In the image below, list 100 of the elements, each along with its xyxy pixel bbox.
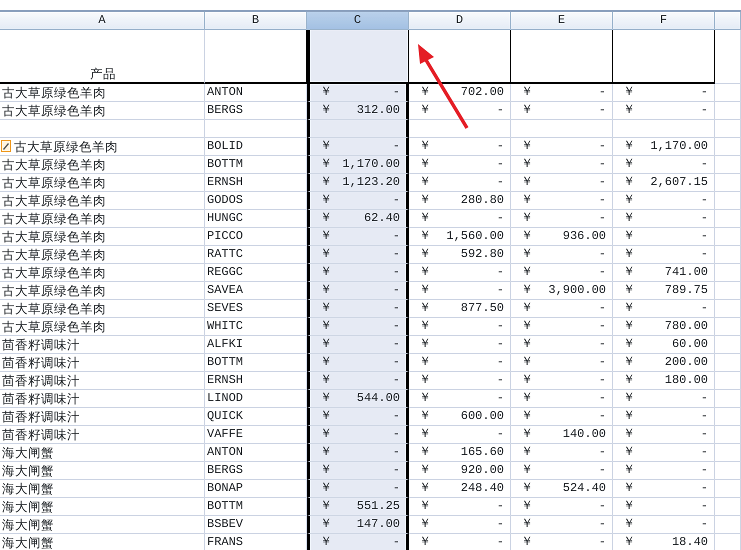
table-cell: ￥ - [307,318,409,336]
table-cell [715,336,741,354]
table-cell: ￥ - [409,210,511,228]
table-cell: 茴香籽调味汁 [0,390,205,408]
table-cell: ￥ - [613,408,715,426]
table-cell: ￥ - [613,498,715,516]
table-cell [715,426,741,444]
table-cell [715,390,741,408]
table-cell [715,480,741,498]
table-cell: ￥ - [307,426,409,444]
table-cell: 古大草原绿色羊肉 [0,210,205,228]
table-cell [715,318,741,336]
table-cell: ￥ 180.00 [613,372,715,390]
table-cell: 古大草原绿色羊肉 [0,156,205,174]
table-cell: ￥ - [307,408,409,426]
table-cell: ￥ - [307,372,409,390]
table-cell: ￥ - [511,138,613,156]
table-cell: 茴香籽调味汁 [0,408,205,426]
table-cell: ￥ - [409,426,511,444]
table-cell: ￥ - [307,300,409,318]
table-cell: ￥ - [511,102,613,120]
table-cell [715,174,741,192]
table-cell: 产品 [0,30,205,84]
table-cell: 海大闸蟹 [0,498,205,516]
table-cell: ￥ - [511,498,613,516]
table-cell: ￥ - [307,444,409,462]
table-cell: ￥ 1,170.00 [307,156,409,174]
table-cell: ￥ - [409,498,511,516]
table-cell: ￥ 702.00 [409,84,511,102]
table-cell: ￥ 780.00 [613,318,715,336]
table-cell: 古大草原绿色羊肉 [0,174,205,192]
table-cell: 古大草原绿色羊肉 [0,84,205,102]
table-cell: ￥ - [511,192,613,210]
table-cell: ￥ - [307,246,409,264]
table-cell: ￥ - [613,192,715,210]
table-cell: ￥ 200.00 [613,354,715,372]
table-cell: ￥ 147.00 [307,516,409,534]
table-cell: ￥ - [613,390,715,408]
table-cell: 古大草原绿色羊肉 [0,264,205,282]
table-cell: ￥ - [307,354,409,372]
table-cell: ￥ - [613,228,715,246]
table-cell: ￥ - [307,336,409,354]
table-cell: ￥ - [511,84,613,102]
table-cell: ￥ 60.00 [613,336,715,354]
table-cell: ￥ 936.00 [511,228,613,246]
table-cell [715,282,741,300]
table-cell: ￥ - [613,462,715,480]
column-header[interactable]: D [409,12,511,30]
table-cell: ￥ - [409,372,511,390]
table-cell: ￥ - [409,534,511,550]
table-cell: ￥ - [613,246,715,264]
table-cell [715,462,741,480]
table-cell: ￥ - [511,246,613,264]
table-cell [715,102,741,120]
table-cell: ￥ - [511,372,613,390]
table-cell: ￥ - [409,516,511,534]
table-cell [715,84,741,102]
table-cell: ￥ 312.00 [307,102,409,120]
table-cell: ￥ 544.00 [307,390,409,408]
table-cell: ￥ - [511,300,613,318]
table-cell: ￥ - [511,318,613,336]
table-cell [715,300,741,318]
table-cell: ￥ 592.80 [409,246,511,264]
table-cell: ￥ - [307,480,409,498]
table-cell: 古大草原绿色羊肉 [0,318,205,336]
table-cell: ￥ - [511,354,613,372]
table-cell: 海大闸蟹 [0,534,205,550]
table-cell: ￥ - [511,462,613,480]
column-header[interactable]: B [205,12,307,30]
table-cell: 海大闸蟹 [0,480,205,498]
table-cell: ￥ 165.60 [409,444,511,462]
table-cell: 茴香籽调味汁 [0,354,205,372]
table-cell: 茴香籽调味汁 [0,426,205,444]
table-cell: ￥ 524.40 [511,480,613,498]
column-header[interactable]: C [307,12,409,30]
table-cell: 古大草原绿色羊肉 [0,300,205,318]
table-cell: ￥ - [613,300,715,318]
table-cell: ￥ - [511,174,613,192]
table-cell: 海大闸蟹 [0,516,205,534]
table-cell: ￥ 140.00 [511,426,613,444]
table-cell [715,264,741,282]
table-cell: ￥ 1,560.00 [409,228,511,246]
column-header[interactable]: A [0,12,205,30]
table-cell: ￥ - [409,264,511,282]
table-cell [715,444,741,462]
table-cell: ￥ 3,900.00 [511,282,613,300]
table-cell: ￥ 551.25 [307,498,409,516]
table-cell: ￥ - [409,156,511,174]
pencil-icon[interactable] [1,140,11,152]
table-cell: ￥ - [613,210,715,228]
table-cell: ￥ 1,123.20 [307,174,409,192]
table-cell: ￥ - [613,102,715,120]
table-cell: ￥ - [511,336,613,354]
table-cell: ￥ - [307,264,409,282]
column-header[interactable]: E [511,12,613,30]
column-header[interactable]: F [613,12,715,30]
table-cell: ￥ - [613,426,715,444]
table-cell [715,516,741,534]
table-cell: ￥ 877.50 [409,300,511,318]
table-cell: 古大草原绿色羊肉 [0,246,205,264]
